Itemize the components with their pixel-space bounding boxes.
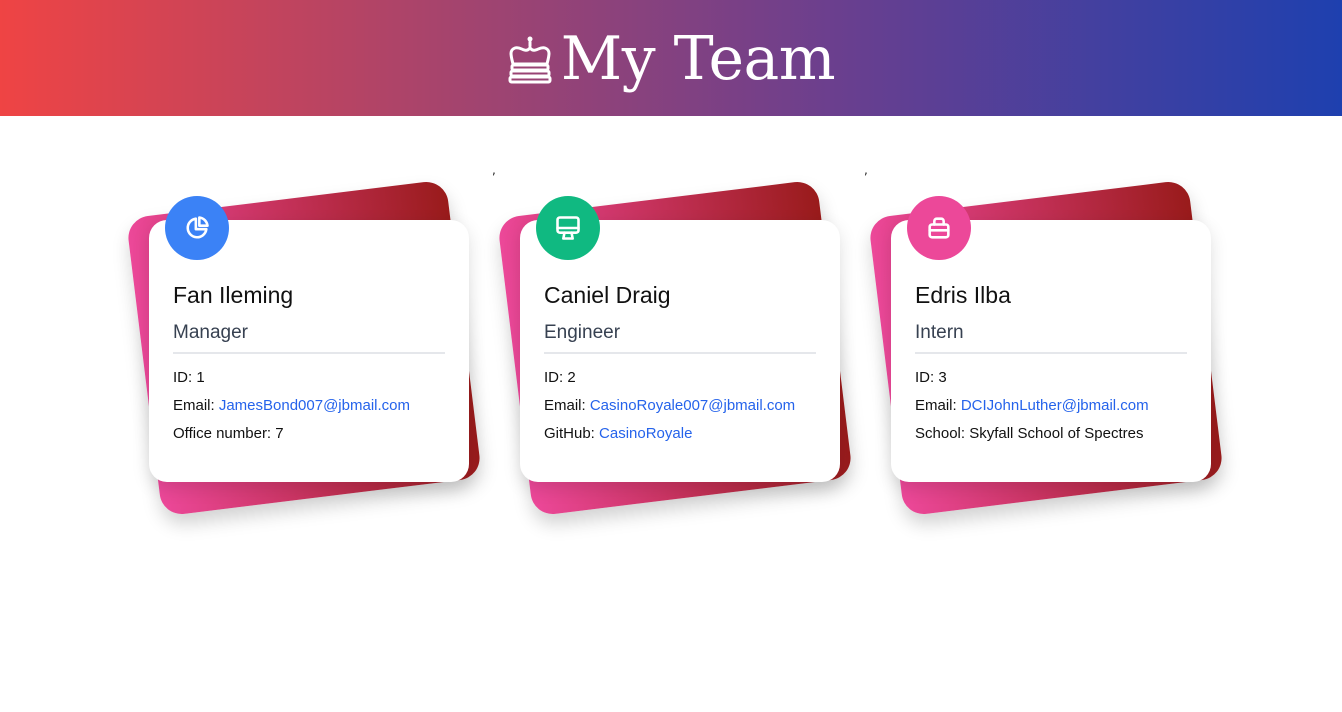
email-label: Email: [915, 397, 961, 414]
page-title: My Team [560, 24, 836, 94]
office-number-label: Office number: [173, 425, 276, 442]
email-row: Email: CasinoRoyale007@jbmail.com [544, 396, 816, 424]
divider [544, 352, 816, 354]
email-label: Email: [173, 397, 219, 414]
email-link[interactable]: CasinoRoyale007@jbmail.com [590, 397, 795, 414]
divider [173, 352, 445, 354]
github-row: GitHub: CasinoRoyale [544, 424, 816, 452]
member-name: Edris Ilba [915, 282, 1011, 308]
office-number-row: Office number: 7 [173, 424, 445, 452]
member-role: Intern [915, 322, 964, 343]
id-row: ID: 2 [544, 368, 816, 396]
team-card-engineer: Caniel Draig Engineer ID: 2 Email: Casin… [496, 179, 854, 517]
member-role: Engineer [544, 322, 621, 343]
id-label: ID: [544, 369, 568, 386]
id-row: ID: 1 [173, 368, 445, 396]
id-row: ID: 3 [915, 368, 1187, 396]
email-link[interactable]: DCIJohnLuther@jbmail.com [961, 397, 1149, 414]
role-badge [536, 196, 600, 260]
card-body: Edris Ilba Intern ID: 3 Email: DCIJohnLu… [891, 196, 1211, 482]
member-role: Manager [173, 322, 248, 343]
id-value: 2 [567, 369, 576, 386]
id-label: ID: [915, 369, 939, 386]
team-card-intern: Edris Ilba Intern ID: 3 Email: DCIJohnLu… [867, 179, 1225, 517]
role-badge [907, 196, 971, 260]
role-badge [165, 196, 229, 260]
member-name: Fan Ileming [173, 282, 294, 308]
id-value: 3 [938, 369, 947, 386]
pie-chart-icon [186, 216, 209, 239]
school-value: Skyfall School of Spectres [969, 425, 1144, 442]
school-row: School: Skyfall School of Spectres [915, 424, 1187, 452]
page-header: My Team [0, 0, 1342, 116]
email-label: Email: [544, 397, 590, 414]
backpack-icon [928, 217, 950, 239]
member-name: Caniel Draig [544, 282, 671, 308]
email-link[interactable]: JamesBond007@jbmail.com [219, 397, 410, 414]
separator-text: , [864, 163, 868, 177]
card-body: Fan Ileming Manager ID: 1 Email: JamesBo… [149, 196, 469, 482]
email-row: Email: DCIJohnLuther@jbmail.com [915, 396, 1187, 424]
monitor-icon [556, 216, 580, 240]
id-value: 1 [196, 369, 205, 386]
team-card-manager: Fan Ileming Manager ID: 1 Email: JamesBo… [125, 179, 483, 517]
github-link[interactable]: CasinoRoyale [599, 425, 692, 442]
separator-text: , [492, 163, 496, 177]
school-label: School: [915, 425, 970, 442]
email-row: Email: JamesBond007@jbmail.com [173, 396, 445, 424]
header-title-group: My Team [507, 24, 836, 94]
crown-icon [508, 36, 552, 84]
github-label: GitHub: [544, 425, 600, 442]
card-body: Caniel Draig Engineer ID: 2 Email: Casin… [520, 196, 840, 482]
office-number-value: 7 [275, 425, 284, 442]
id-label: ID: [173, 369, 197, 386]
divider [915, 352, 1187, 354]
